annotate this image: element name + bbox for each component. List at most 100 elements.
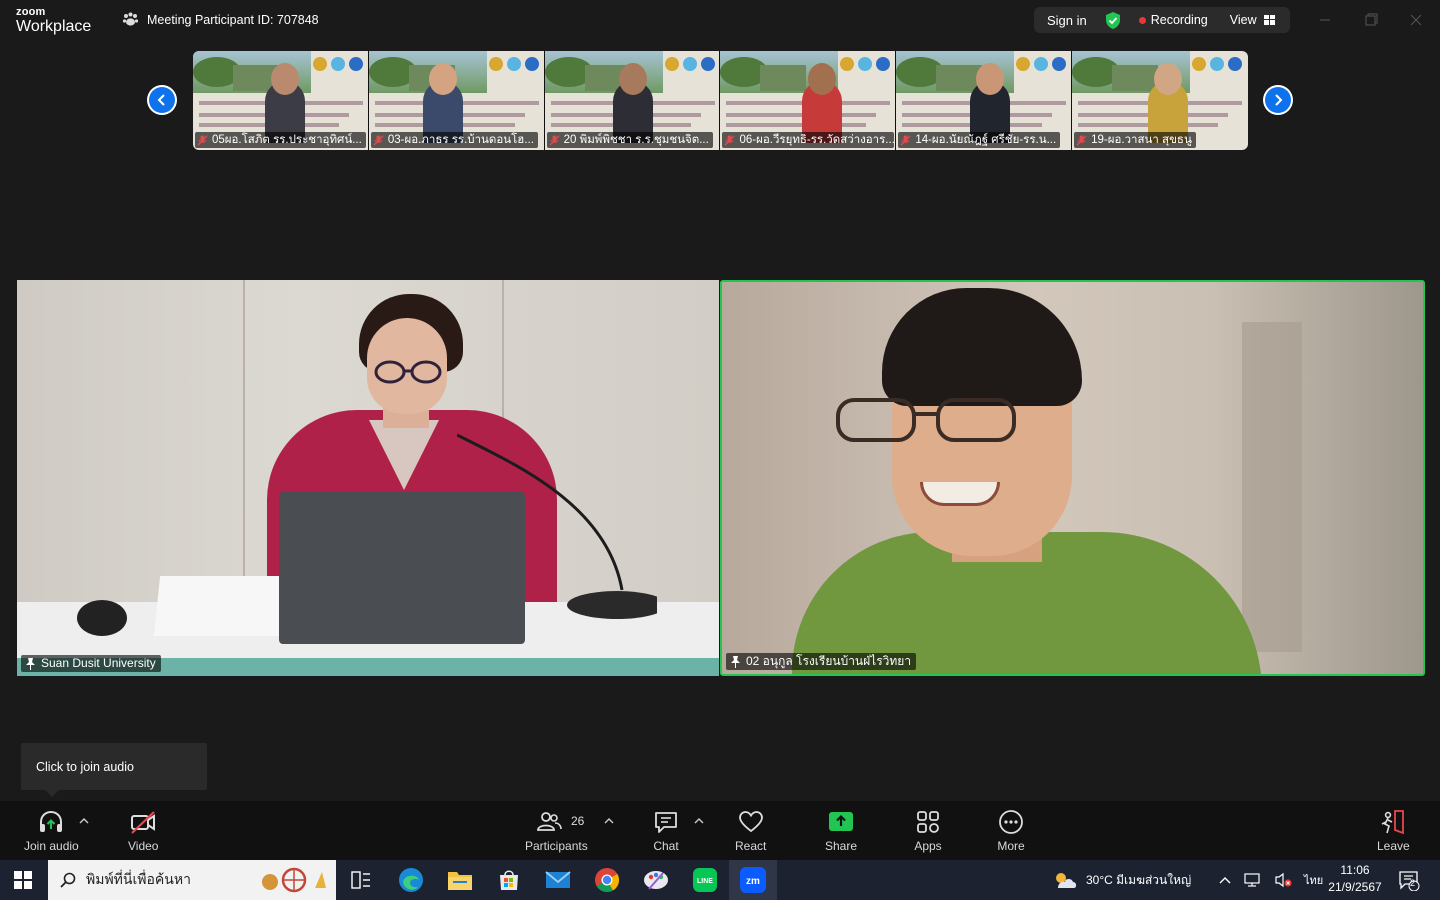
recording-indicator[interactable]: Recording xyxy=(1151,13,1208,27)
svg-text:zm: zm xyxy=(746,876,760,887)
shield-check-icon[interactable] xyxy=(1105,11,1121,29)
previous-page-button[interactable] xyxy=(147,85,177,115)
participant-thumbnail[interactable]: 06-ผอ.วีรยุทธิ-รร.วัดสว่างอาร... xyxy=(720,51,897,150)
video-button[interactable]: Video xyxy=(128,809,158,853)
chevron-up-icon[interactable] xyxy=(604,817,614,825)
share-button[interactable]: Share xyxy=(825,809,857,853)
zoom-workplace-logo: zoom Workplace xyxy=(16,7,91,35)
badge-icon xyxy=(664,57,679,71)
chevron-right-icon xyxy=(1275,94,1283,106)
participant-thumbnail[interactable]: 20 พิมพ์พิชชา ร.ร.ชุมชนจิต... xyxy=(544,51,721,150)
paw-icon xyxy=(122,12,139,26)
badge-icon xyxy=(1034,57,1049,71)
sign-in-button[interactable]: Sign in xyxy=(1047,13,1087,28)
tooltip-text: Click to join audio xyxy=(36,759,134,774)
next-page-button[interactable] xyxy=(1263,85,1293,115)
apps-icon xyxy=(917,811,939,833)
windows-start-icon[interactable] xyxy=(14,871,32,889)
weather-widget[interactable]: 30°C มีเมฆส่วนใหญ่ xyxy=(1052,860,1191,900)
leave-button[interactable]: Leave xyxy=(1377,809,1410,853)
meeting-toolbar: Join audio Video Participants 26 Chat Re… xyxy=(0,801,1440,860)
speaker-muted-icon[interactable] xyxy=(1274,872,1292,888)
participant-name-label: Suan Dusit University xyxy=(21,655,161,672)
zoom-app-icon[interactable]: zm xyxy=(739,866,767,894)
video-tile-host[interactable]: Suan Dusit University xyxy=(17,280,719,676)
network-icon[interactable] xyxy=(1244,872,1262,888)
participant-name: 02 อนุกูล โรงเรียนบ้านฝ่ไรวิทยา xyxy=(746,654,912,668)
chevron-up-icon[interactable] xyxy=(694,817,704,825)
cloud-sun-icon xyxy=(1056,873,1077,888)
participant-thumbnail[interactable]: 05ผอ.โสภิต รร.ประชาอุทิศน์... xyxy=(193,51,369,150)
chevron-up-icon[interactable] xyxy=(1218,875,1232,885)
view-button[interactable]: View xyxy=(1230,13,1257,27)
recording-dot-icon xyxy=(1138,16,1146,24)
language-indicator[interactable]: ไทย xyxy=(1304,871,1323,889)
task-view-icon[interactable] xyxy=(347,866,375,894)
badge-icon xyxy=(506,57,521,71)
participant-thumbnail[interactable]: 19-ผอ.วาสนา สุขธนู xyxy=(1072,51,1248,150)
search-highlight-icon xyxy=(262,867,326,893)
thumbnail-name: 03-ผอ.ภาธร รร.บ้านดอนโฮ... xyxy=(387,134,534,146)
taskbar-search[interactable]: พิมพ์ที่นี่เพื่อค้นหา xyxy=(48,860,336,900)
restore-icon[interactable] xyxy=(1360,11,1382,29)
mic-muted-icon xyxy=(900,135,911,145)
windows-taskbar: พิมพ์ที่นี่เพื่อค้นหา LINE zm 30°C มีเมฆ… xyxy=(0,860,1440,900)
notification-icon xyxy=(1399,871,1420,891)
microphone-stand xyxy=(457,433,657,619)
clock[interactable]: 11:06 21/9/2567 xyxy=(1322,862,1388,896)
badge-icon xyxy=(524,57,539,71)
join-audio-tooltip[interactable]: Click to join audio xyxy=(21,743,207,797)
participants-icon xyxy=(537,812,563,831)
chrome-icon[interactable] xyxy=(593,866,621,894)
headphones-icon xyxy=(40,810,63,832)
thumbnail-name: 14-ผอ.นัยณัฎฐ์ ศรีชัย-รร.น... xyxy=(915,134,1057,146)
chevron-left-icon xyxy=(157,94,165,106)
badge-icon xyxy=(349,57,363,71)
apps-label: Apps xyxy=(914,839,942,853)
thumbnail-name: 19-ผอ.วาสนา สุขธนู xyxy=(1091,134,1192,146)
paper xyxy=(153,576,291,636)
apps-button[interactable]: Apps xyxy=(914,809,942,853)
participant-thumbnail[interactable]: 03-ผอ.ภาธร รร.บ้านดอนโฮ... xyxy=(368,51,545,150)
mail-icon[interactable] xyxy=(544,866,572,894)
thumbnail-name-label: 19-ผอ.วาสนา สุขธนู xyxy=(1074,132,1196,148)
badge-icon xyxy=(700,57,715,71)
person-head xyxy=(618,63,647,95)
more-button[interactable]: More xyxy=(997,809,1025,853)
join-audio-label: Join audio xyxy=(24,839,79,853)
microsoft-store-icon[interactable] xyxy=(495,866,523,894)
thumbnail-name-label: 06-ผอ.วีรยุทธิ-รร.วัดสว่างอาร... xyxy=(722,132,895,148)
mic-muted-icon xyxy=(1076,135,1087,145)
thumbnail-name-label: 20 พิมพ์พิชชา ร.ร.ชุมชนจิต... xyxy=(546,132,713,148)
grid-view-icon[interactable] xyxy=(1263,15,1275,25)
thumbnail-name: 05ผอ.โสภิต รร.ประชาอุทิศน์... xyxy=(212,134,362,146)
video-tile-active-speaker[interactable]: 02 อนุกูล โรงเรียนบ้านฝ่ไรวิทยา xyxy=(720,280,1425,676)
mic-muted-icon xyxy=(549,135,560,145)
video-off-icon xyxy=(131,811,156,834)
search-icon xyxy=(60,872,76,888)
notification-center[interactable]: 2 xyxy=(1398,860,1420,900)
chat-button[interactable]: Chat xyxy=(652,809,680,853)
minimize-icon[interactable] xyxy=(1314,11,1336,29)
meeting-id-text: Meeting Participant ID: 707848 xyxy=(147,12,319,27)
thumbnail-name-label: 03-ผอ.ภาธร รร.บ้านดอนโฮ... xyxy=(370,132,538,148)
join-audio-button[interactable]: Join audio xyxy=(24,809,79,853)
edge-browser-icon[interactable] xyxy=(397,866,425,894)
thumbnail-name-label: 14-ผอ.นัยณัฎฐ์ ศรีชัย-รร.น... xyxy=(898,132,1061,148)
file-explorer-icon[interactable] xyxy=(446,866,474,894)
chevron-up-icon[interactable] xyxy=(79,817,89,825)
svg-text:LINE: LINE xyxy=(697,878,713,885)
mic-muted-icon xyxy=(197,135,208,145)
brand-small: zoom xyxy=(16,6,46,18)
mic-muted-icon xyxy=(725,135,735,145)
search-placeholder: พิมพ์ที่นี่เพื่อค้นหา xyxy=(86,871,191,887)
badge-icon xyxy=(858,57,873,71)
react-button[interactable]: React xyxy=(735,809,766,853)
participant-thumbnail[interactable]: 14-ผอ.นัยณัฎฐ์ ศรีชัย-รร.น... xyxy=(896,51,1073,150)
badge-icon xyxy=(1016,57,1031,71)
person-head xyxy=(428,63,457,95)
close-icon[interactable] xyxy=(1405,11,1427,29)
line-app-icon[interactable]: LINE xyxy=(691,866,719,894)
paint-app-icon[interactable] xyxy=(642,866,670,894)
more-label: More xyxy=(997,839,1025,853)
